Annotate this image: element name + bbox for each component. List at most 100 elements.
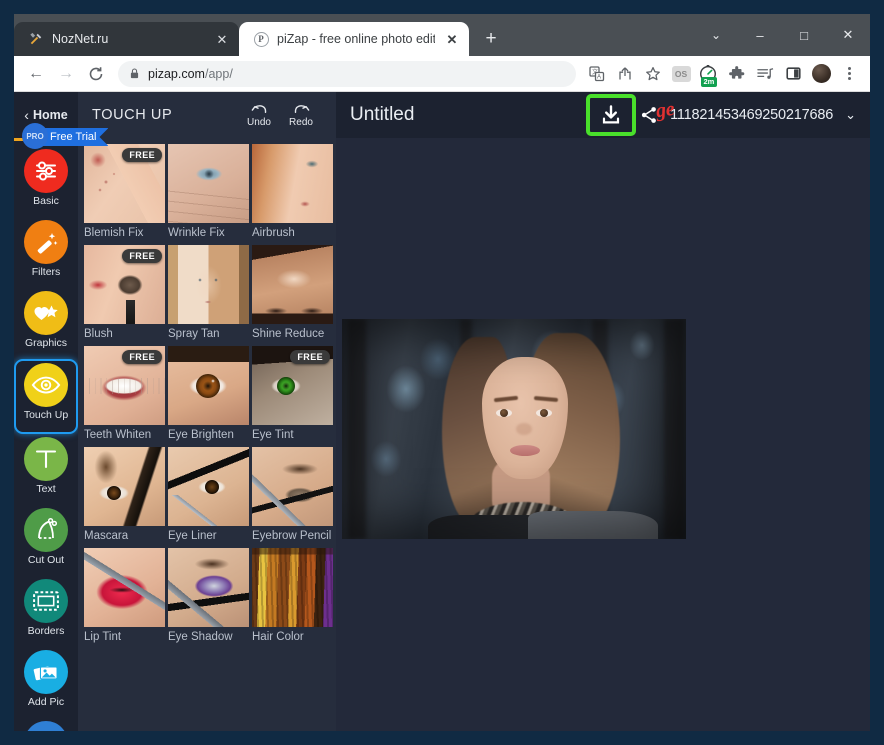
url-text: pizap.com/app/ bbox=[148, 67, 233, 81]
tools-panel[interactable]: FREE Blemish Fix Wrinkle Fix Airbrush FR… bbox=[78, 138, 336, 731]
tool-spray-tan[interactable]: Spray Tan bbox=[168, 245, 249, 342]
app-body: Basic Filters Graphics Touch Up Text Cut… bbox=[14, 138, 870, 731]
new-tab-button[interactable]: + bbox=[477, 25, 505, 53]
tool-label: Blush bbox=[84, 328, 113, 340]
tool-eye-shadow[interactable]: Eye Shadow bbox=[168, 548, 249, 645]
pizap-app: ‹ Home TOUCH UP Undo Redo Untitled ge 11… bbox=[14, 92, 870, 731]
back-button[interactable]: ← bbox=[22, 60, 50, 88]
reload-button[interactable] bbox=[82, 60, 110, 88]
redo-label: Redo bbox=[289, 117, 313, 128]
tool-label: Eye Shadow bbox=[168, 631, 233, 643]
side-panel-icon[interactable] bbox=[780, 61, 806, 87]
home-label: Home bbox=[32, 108, 68, 122]
chevron-down-icon[interactable]: ⌄ bbox=[841, 107, 860, 123]
close-button[interactable]: ✕ bbox=[826, 17, 870, 53]
tool-label: Wrinkle Fix bbox=[168, 227, 225, 239]
pizap-icon: P bbox=[253, 31, 269, 47]
tab-search-chevron-icon[interactable]: ⌄ bbox=[694, 17, 738, 53]
canvas-header: Untitled ge 111821453469250217686 ⌄ bbox=[336, 92, 870, 138]
tool-wrinkle-fix[interactable]: Wrinkle Fix bbox=[168, 144, 249, 241]
tool-label: Eye Tint bbox=[252, 429, 294, 441]
sidebar-item-meme[interactable]: MEME MEME bbox=[14, 718, 78, 731]
sidebar-item-touch-up[interactable]: Touch Up bbox=[14, 359, 78, 434]
os-window-frame: NozNet.ru ✕ P piZap - free online photo … bbox=[0, 0, 884, 745]
eye-icon bbox=[24, 363, 68, 407]
tool-thumbnail bbox=[168, 346, 249, 425]
pro-seal-badge: PRO bbox=[22, 123, 48, 149]
sidebar-item-label: Add Pic bbox=[27, 696, 65, 708]
tools-panel-header: TOUCH UP Undo Redo bbox=[78, 92, 336, 138]
tool-thumbnail bbox=[252, 548, 333, 627]
tool-shine-reduce[interactable]: Shine Reduce bbox=[252, 245, 333, 342]
download-icon[interactable] bbox=[592, 100, 630, 130]
tool-label: Eye Liner bbox=[168, 530, 217, 542]
tool-label: Airbrush bbox=[252, 227, 295, 239]
tool-thumbnail bbox=[84, 447, 165, 526]
lock-icon bbox=[130, 68, 139, 79]
tool-blemish-fix[interactable]: FREE Blemish Fix bbox=[84, 144, 165, 241]
bookmark-star-icon[interactable] bbox=[640, 61, 666, 87]
browser-tab-noznet[interactable]: NozNet.ru ✕ bbox=[14, 22, 239, 56]
sidebar-item-filters[interactable]: Filters bbox=[14, 217, 78, 288]
tool-hair-color[interactable]: Hair Color bbox=[252, 548, 333, 645]
sidebar-item-label: Text bbox=[36, 483, 56, 495]
tool-eye-tint[interactable]: FREE Eye Tint bbox=[252, 346, 333, 443]
extensions-puzzle-icon[interactable] bbox=[724, 61, 750, 87]
sidebar-item-add-pic[interactable]: Add Pic bbox=[14, 647, 78, 718]
photo-coat-right bbox=[528, 511, 658, 539]
tool-blush[interactable]: FREE Blush bbox=[84, 245, 165, 342]
account-user-id[interactable]: ge 111821453469250217686 bbox=[655, 98, 834, 123]
speed-badge: 2m bbox=[701, 76, 717, 87]
sidebar-item-cut-out[interactable]: Cut Out bbox=[14, 505, 78, 576]
tool-thumbnail bbox=[252, 447, 333, 526]
close-icon[interactable]: ✕ bbox=[213, 30, 231, 48]
browser-toolbar: ← → pizap.com/app/ 文 A bbox=[14, 56, 870, 92]
close-icon[interactable]: ✕ bbox=[443, 30, 461, 48]
browser-window: NozNet.ru ✕ P piZap - free online photo … bbox=[14, 14, 870, 731]
tool-label: Hair Color bbox=[252, 631, 304, 643]
pro-ribbon-label: Free Trial bbox=[50, 131, 97, 143]
redo-button[interactable]: Redo bbox=[280, 102, 322, 128]
sidebar-item-text[interactable]: Text bbox=[14, 434, 78, 505]
chrome-menu-icon[interactable] bbox=[836, 61, 862, 87]
profile-avatar[interactable] bbox=[808, 61, 834, 87]
tool-label: Eyebrow Pencil bbox=[252, 530, 332, 542]
url-host: pizap.com bbox=[148, 66, 205, 81]
editor-canvas[interactable] bbox=[336, 138, 870, 731]
tool-eye-liner[interactable]: Eye Liner bbox=[168, 447, 249, 544]
tool-label: Mascara bbox=[84, 530, 129, 542]
svg-text:A: A bbox=[597, 74, 601, 80]
tool-thumbnail: FREE bbox=[84, 144, 165, 223]
tool-eye-brighten[interactable]: Eye Brighten bbox=[168, 346, 249, 443]
url-path: /app/ bbox=[204, 66, 233, 81]
sidebar-item-graphics[interactable]: Graphics bbox=[14, 288, 78, 359]
extension-speed-icon[interactable]: 2m bbox=[696, 61, 722, 87]
tool-lip-tint[interactable]: Lip Tint bbox=[84, 548, 165, 645]
tool-mascara[interactable]: Mascara bbox=[84, 447, 165, 544]
photo-nose bbox=[516, 423, 532, 435]
canvas-photo[interactable] bbox=[342, 319, 686, 539]
undo-button[interactable]: Undo bbox=[238, 102, 280, 128]
tool-eyebrow-pencil[interactable]: Eyebrow Pencil bbox=[252, 447, 333, 544]
translate-icon[interactable]: 文 A bbox=[584, 61, 610, 87]
forward-button[interactable]: → bbox=[52, 60, 80, 88]
document-title[interactable]: Untitled bbox=[350, 104, 414, 126]
photo-lips bbox=[510, 445, 540, 456]
media-list-icon[interactable] bbox=[752, 61, 778, 87]
maximize-button[interactable]: □ bbox=[782, 17, 826, 53]
share-nodes-icon[interactable] bbox=[636, 100, 662, 130]
sidebar-item-borders[interactable]: Borders bbox=[14, 576, 78, 647]
tools-icon bbox=[28, 31, 44, 47]
tool-thumbnail bbox=[168, 144, 249, 223]
minimize-button[interactable]: – bbox=[738, 17, 782, 53]
tool-airbrush[interactable]: Airbrush bbox=[252, 144, 333, 241]
tool-thumbnail bbox=[252, 144, 333, 223]
address-bar[interactable]: pizap.com/app/ bbox=[118, 60, 576, 87]
share-icon[interactable] bbox=[612, 61, 638, 87]
tool-teeth-whiten[interactable]: FREE Teeth Whiten bbox=[84, 346, 165, 443]
free-badge: FREE bbox=[290, 350, 330, 364]
extension-os-icon[interactable]: OS bbox=[668, 61, 694, 87]
sidebar-item-basic[interactable]: Basic bbox=[14, 146, 78, 217]
browser-tab-pizap[interactable]: P piZap - free online photo editor ✕ bbox=[239, 22, 469, 56]
panel-title: TOUCH UP bbox=[92, 107, 173, 123]
